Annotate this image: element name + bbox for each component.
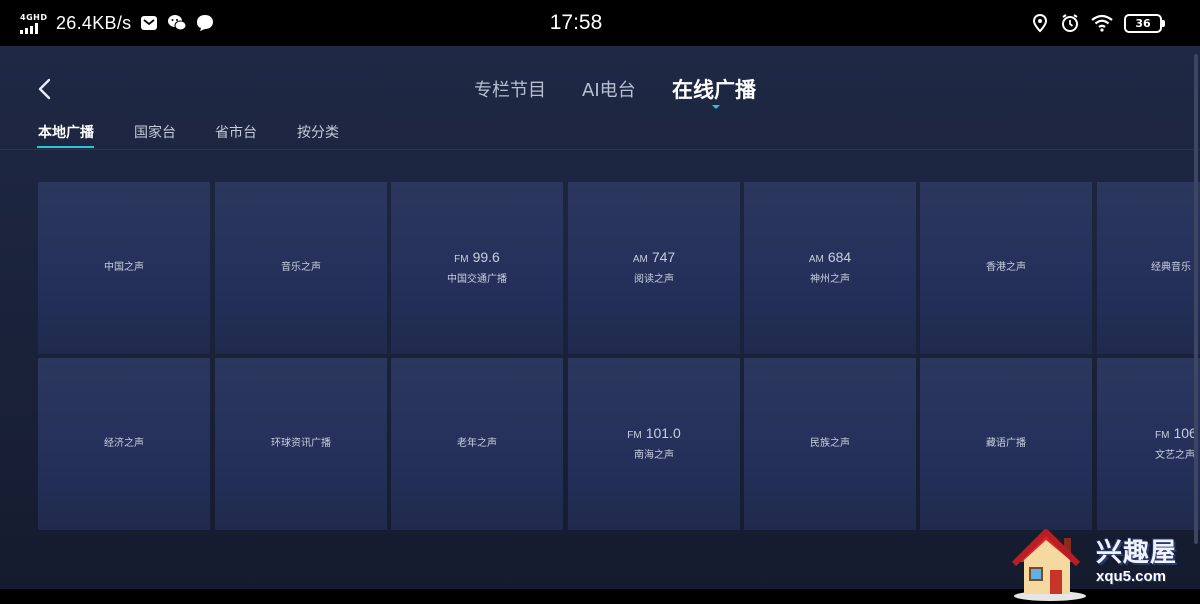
clock: 17:58 — [549, 11, 603, 34]
location-icon — [1032, 13, 1048, 33]
station-card[interactable]: AM 747 阅读之声 — [568, 182, 740, 354]
station-card[interactable]: 藏语广播 — [920, 358, 1092, 530]
station-name: 老年之声 — [457, 438, 497, 449]
station-card[interactable]: AM 684 神州之声 — [744, 182, 916, 354]
station-card[interactable]: 环球资讯广播 — [215, 358, 387, 530]
wifi-icon — [1091, 14, 1113, 32]
station-frequency: FM 99.6 — [454, 248, 500, 265]
station-card[interactable]: FM 99.6 中国交通广播 — [391, 182, 563, 354]
station-card[interactable]: 老年之声 — [391, 358, 563, 530]
station-grid: 中国之声 音乐之声 FM 99.6 中国交通广播 AM 747 阅读之声 AM 684… — [0, 46, 1200, 589]
station-card[interactable]: 中国之声 — [38, 182, 210, 354]
alarm-icon — [1062, 14, 1078, 32]
station-name: 经典音乐 — [1151, 262, 1191, 273]
station-name: 南海之声 — [634, 449, 674, 461]
station-card[interactable]: FM 101.0 南海之声 — [568, 358, 740, 530]
battery-icon: 36 — [1124, 13, 1165, 33]
station-frequency: AM 747 — [632, 248, 676, 265]
station-name: 藏语广播 — [986, 438, 1026, 449]
station-card[interactable]: 经典音乐 — [1097, 182, 1200, 354]
station-card[interactable]: 经济之声 — [38, 358, 210, 530]
station-card[interactable]: 民族之声 — [744, 358, 916, 530]
station-name: 中国之声 — [104, 262, 144, 273]
station-name: 香港之声 — [986, 262, 1026, 273]
station-frequency: FM 106 — [1155, 424, 1197, 441]
station-name: 民族之声 — [810, 438, 850, 449]
station-name: 中国交通广播 — [447, 273, 507, 285]
radio-app: 专栏节目 AI电台 在线广播 本地广播 国家台 省市台 按分类 中国之声 音乐之… — [0, 46, 1200, 601]
status-bar: 4GHD 26.4KB/s 17:58 36 — [0, 0, 1200, 46]
watermark-logo: 兴趣屋 xqu5.com — [1010, 524, 1190, 604]
station-name: 环球资讯广播 — [271, 438, 331, 449]
house-icon — [1011, 529, 1086, 601]
station-card[interactable]: 香港之声 — [920, 182, 1092, 354]
scrollbar[interactable] — [1194, 54, 1198, 544]
station-name: 经济之声 — [104, 438, 144, 449]
watermark-title: 兴趣屋 — [1096, 538, 1178, 568]
status-right: 36 — [1030, 0, 1165, 46]
station-card[interactable]: 音乐之声 — [215, 182, 387, 354]
station-name: 阅读之声 — [634, 273, 674, 285]
station-card[interactable]: FM 106 文艺之声 — [1097, 358, 1200, 530]
station-name: 神州之声 — [810, 273, 850, 285]
station-name: 音乐之声 — [281, 262, 321, 273]
station-frequency: FM 101.0 — [627, 424, 681, 441]
station-name: 文艺之声 — [1155, 449, 1195, 461]
station-frequency: AM 684 — [808, 248, 852, 265]
watermark-url: xqu5.com — [1096, 568, 1167, 585]
